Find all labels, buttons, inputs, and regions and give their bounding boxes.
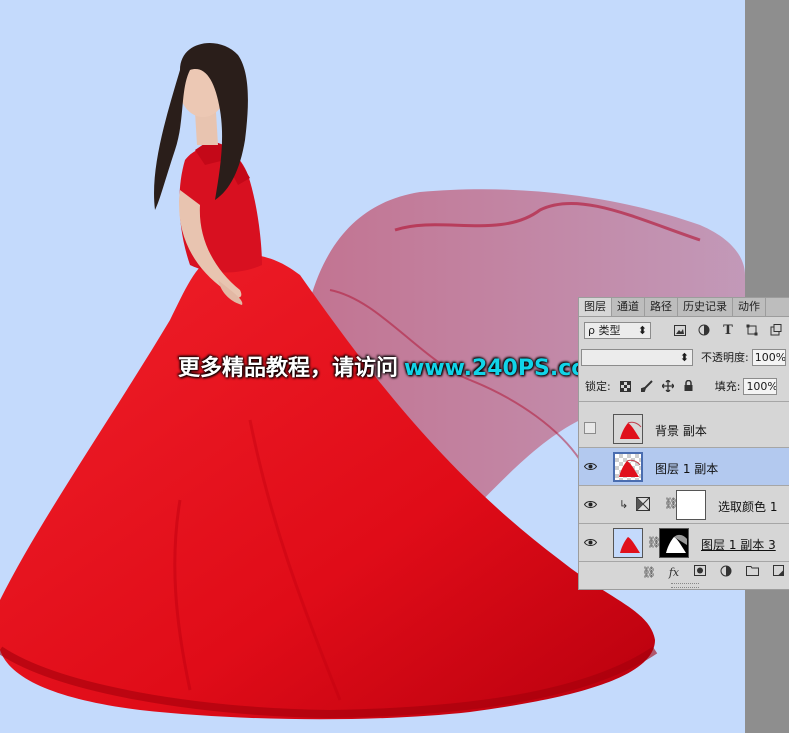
visibility-toggle[interactable] [583,421,597,435]
blend-row: ⬍ 不透明度: 100% [579,343,789,371]
shape-filter-icon[interactable] [745,323,759,337]
tab-paths[interactable]: 路径 [645,298,678,316]
adjustment-layer-icon[interactable] [720,565,732,580]
smart-object-filter-icon[interactable] [769,323,783,337]
tab-channels[interactable]: 通道 [612,298,645,316]
tab-actions[interactable]: 动作 [733,298,766,316]
panel-bottom-bar: ⛓ fx [579,562,789,582]
lock-row: 锁定: 填充: 100% [579,371,789,402]
eye-icon[interactable] [583,535,597,549]
layer-row-selected[interactable]: 图层 1 副本 [579,448,789,486]
mask-thumbnail [676,490,706,520]
clip-arrow-icon: ↳ [619,498,629,511]
filter-type-label: ρ 类型 [588,324,621,337]
chevron-updown-icon: ⬍ [637,323,647,337]
mask-thumbnail [659,528,689,558]
panel-resize-grip[interactable] [671,583,699,588]
new-layer-icon[interactable] [772,565,784,579]
layer-name[interactable]: 图层 1 副本 [655,460,718,477]
layer-name[interactable]: 图层 1 副本 3 [701,536,776,553]
watermark: 更多精品教程，请访问 www.240PS.com [178,350,609,382]
fx-icon[interactable]: fx [668,566,680,579]
chevron-updown-icon: ⬍ [679,350,689,364]
link-layers-icon[interactable]: ⛓ [642,566,656,579]
opacity-label: 不透明度: [701,351,749,364]
image-filter-icon[interactable] [673,323,687,337]
lock-all-icon[interactable] [683,380,695,392]
selective-color-adjustment-icon [636,497,650,514]
panel-tabs: 图层 通道 路径 历史记录 动作 [579,298,789,317]
opacity-input[interactable]: 100% [751,348,786,366]
tab-history[interactable]: 历史记录 [678,298,733,316]
layer-thumbnail [613,452,643,482]
eye-icon[interactable] [583,497,597,511]
fill-label: 填充: [714,380,741,393]
layer-row[interactable]: 背景 副本 [579,410,789,448]
layer-name[interactable]: 背景 副本 [655,422,707,439]
eye-icon[interactable] [583,459,597,473]
layer-row[interactable]: ⛓ 图层 1 副本 3 [579,524,789,562]
lock-position-icon[interactable] [661,380,674,392]
blend-mode-select[interactable]: ⬍ [581,348,693,366]
lock-label: 锁定: [585,380,611,393]
fill-input[interactable]: 100% [743,377,778,395]
filter-row: ρ 类型 ⬍ T [579,317,789,343]
adjustment-filter-icon[interactable] [697,323,711,337]
layer-thumbnail [613,414,643,444]
layer-thumbnail [613,528,643,558]
layer-name[interactable]: 选取颜色 1 [718,498,777,515]
type-filter-icon[interactable]: T [721,323,735,338]
add-mask-icon[interactable] [694,565,706,579]
hidden-box-icon [584,422,596,434]
layers-panel: 图层 通道 路径 历史记录 动作 ρ 类型 ⬍ T ⬍ 不透明度: 100% 锁定… [578,297,789,590]
tab-layers[interactable]: 图层 [579,298,612,316]
filter-type-select[interactable]: ρ 类型 ⬍ [584,321,651,339]
lock-image-icon[interactable] [640,380,653,392]
layer-row[interactable]: ↳ ⛓ 选取颜色 1 [579,486,789,524]
lock-transparent-icon[interactable] [620,380,632,392]
watermark-text: 更多精品教程，请访问 [178,356,399,381]
group-folder-icon[interactable] [746,565,759,579]
